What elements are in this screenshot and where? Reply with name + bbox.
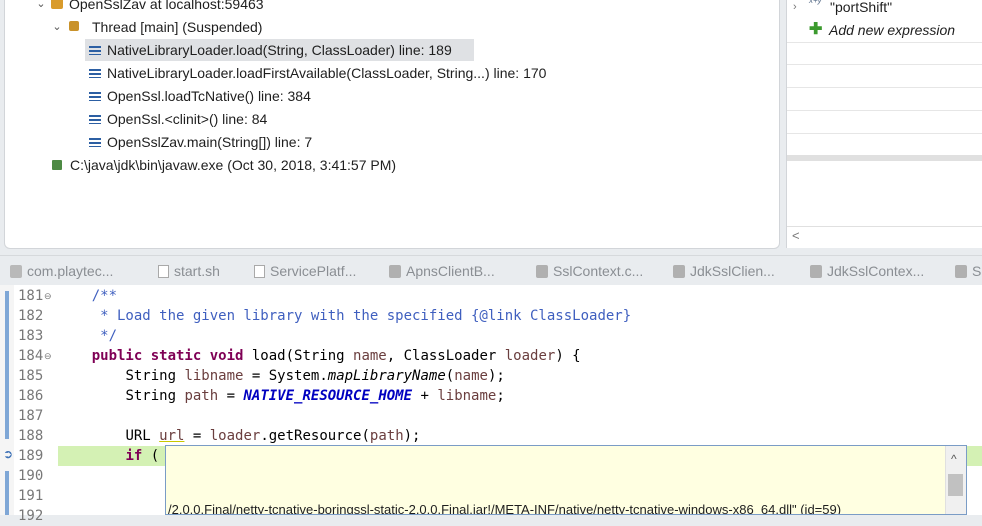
ruler-range-indicator [5,291,9,439]
stack-frame-row-selected[interactable]: NativeLibraryLoader.load(String, ClassLo… [85,39,474,61]
binary-class-icon [536,264,548,278]
tab-ss[interactable]: SS [955,256,982,286]
ruler-range-indicator [5,471,9,515]
stack-frame-label: NativeLibraryLoader.load(String, ClassLo… [107,42,452,58]
line-number: 182 [18,308,44,324]
file-icon [158,264,169,278]
scroll-left-icon[interactable]: < [792,228,800,243]
tab-jdksslclien[interactable]: JdkSslClien... [673,256,775,286]
collapse-chevron-icon[interactable]: ⌄ [35,0,47,15]
fold-collapse-icon[interactable]: ⊖ [44,346,52,366]
debug-target-icon [51,0,63,9]
overview-ruler[interactable] [0,285,14,515]
process-label: C:\java\jdk\bin\javaw.exe (Oct 30, 2018,… [70,157,397,173]
horizontal-scrollbar[interactable] [787,155,982,161]
stack-frame-row[interactable]: NativeLibraryLoader.loadFirstAvailable(C… [85,62,546,84]
line-number: 189 [18,448,44,464]
stack-frame-icon [89,45,101,56]
add-icon: ✚ [809,21,823,38]
bottom-scrollbar[interactable]: < [787,226,982,247]
binary-class-icon [673,264,685,278]
editor-tab-bar: com.playtec... start.sh ServicePlatf... … [0,255,982,286]
code-line-184: public static void load(String name, Cla… [91,348,581,364]
stack-frame-icon [89,68,101,79]
line-number: 185 [18,368,44,384]
line-number: 186 [18,388,44,404]
stack-frame-icon [89,114,101,125]
line-number: 188 [18,428,44,444]
collapse-chevron-icon[interactable]: ⌄ [51,16,63,38]
fold-collapse-icon[interactable]: ⊖ [44,286,52,306]
code-line-189: if ( [125,448,160,464]
binary-class-icon [810,264,822,278]
stack-frame-label: NativeLibraryLoader.loadFirstAvailable(C… [107,65,547,81]
stack-frame-icon [89,91,101,102]
process-icon [52,160,62,170]
thread-label: Thread [main] (Suspended) [92,19,263,35]
code-line-183: */ [58,328,118,344]
stack-frame-label: OpenSsl.<clinit>() line: 84 [107,111,268,127]
stack-frame-icon [89,137,101,148]
tab-serviceplatf[interactable]: ServicePlatf... [254,256,356,286]
debug-target-label: OpenSslZav at localhost:59463 [69,0,264,12]
class-file-icon [10,264,22,278]
row-divider [787,42,982,43]
expressions-view: › x+y "portShift" ✚ Add new expression < [786,0,982,248]
line-number: 191 [18,488,44,504]
code-line-185: String libname = System.mapLibraryName(n… [125,368,505,384]
code-line-181: /** [58,288,118,304]
stack-frame-row[interactable]: OpenSslZav.main(String[]) line: 7 [85,131,312,153]
line-number: 192 [18,508,44,524]
class-file-icon [389,264,401,278]
binary-class-icon [955,264,967,278]
tab-sslcontext[interactable]: SslContext.c... [536,256,643,286]
scroll-up-icon[interactable]: ^ [951,452,957,466]
tab-start-sh[interactable]: start.sh [158,256,220,286]
line-number: 187 [18,408,44,424]
add-expression-label: Add new expression [829,22,956,38]
scrollbar-thumb[interactable] [948,474,963,496]
row-divider [787,64,982,65]
class-file-icon [254,264,265,278]
row-divider [787,110,982,111]
stack-frame-row[interactable]: OpenSsl.<clinit>() line: 84 [85,108,267,130]
code-line-182: * Load the given library with the specif… [58,308,632,324]
tab-jdksslcontex[interactable]: JdkSslContex... [810,256,924,286]
expression-icon: x+y [809,0,822,5]
row-divider [787,133,982,134]
tab-apnsclientb[interactable]: ApnsClientB... [389,256,495,286]
stack-frame-label: OpenSslZav.main(String[]) line: 7 [107,134,313,150]
variable-hover-popup[interactable]: ^ /2.0.0.Final/netty-tcnative-boringssl-… [165,445,967,515]
expand-chevron-icon[interactable]: › [793,0,797,18]
line-number: 183 [18,328,44,344]
line-number: 190 [18,468,44,484]
expression-label: "portShift" [830,0,893,15]
instruction-pointer-icon: ➲ [3,447,14,461]
code-line-188: URL url = loader.getResource(path); [125,428,421,444]
stack-frame-row[interactable]: OpenSsl.loadTcNative() line: 384 [85,85,311,107]
suspended-thread-icon [69,21,79,31]
stack-frame-label: OpenSsl.loadTcNative() line: 384 [107,88,311,104]
popup-vertical-scrollbar[interactable]: ^ [945,446,966,514]
row-divider [787,87,982,88]
code-line-186: String path = NATIVE_RESOURCE_HOME + lib… [125,388,505,404]
variable-value-text: /2.0.0.Final/netty-tcnative-boringssl-st… [168,502,842,515]
debug-view: ⌄ OpenSslZav at localhost:59463 ⌄ Thread… [4,0,780,249]
tab-com-playtec[interactable]: com.playtec... [10,256,113,286]
